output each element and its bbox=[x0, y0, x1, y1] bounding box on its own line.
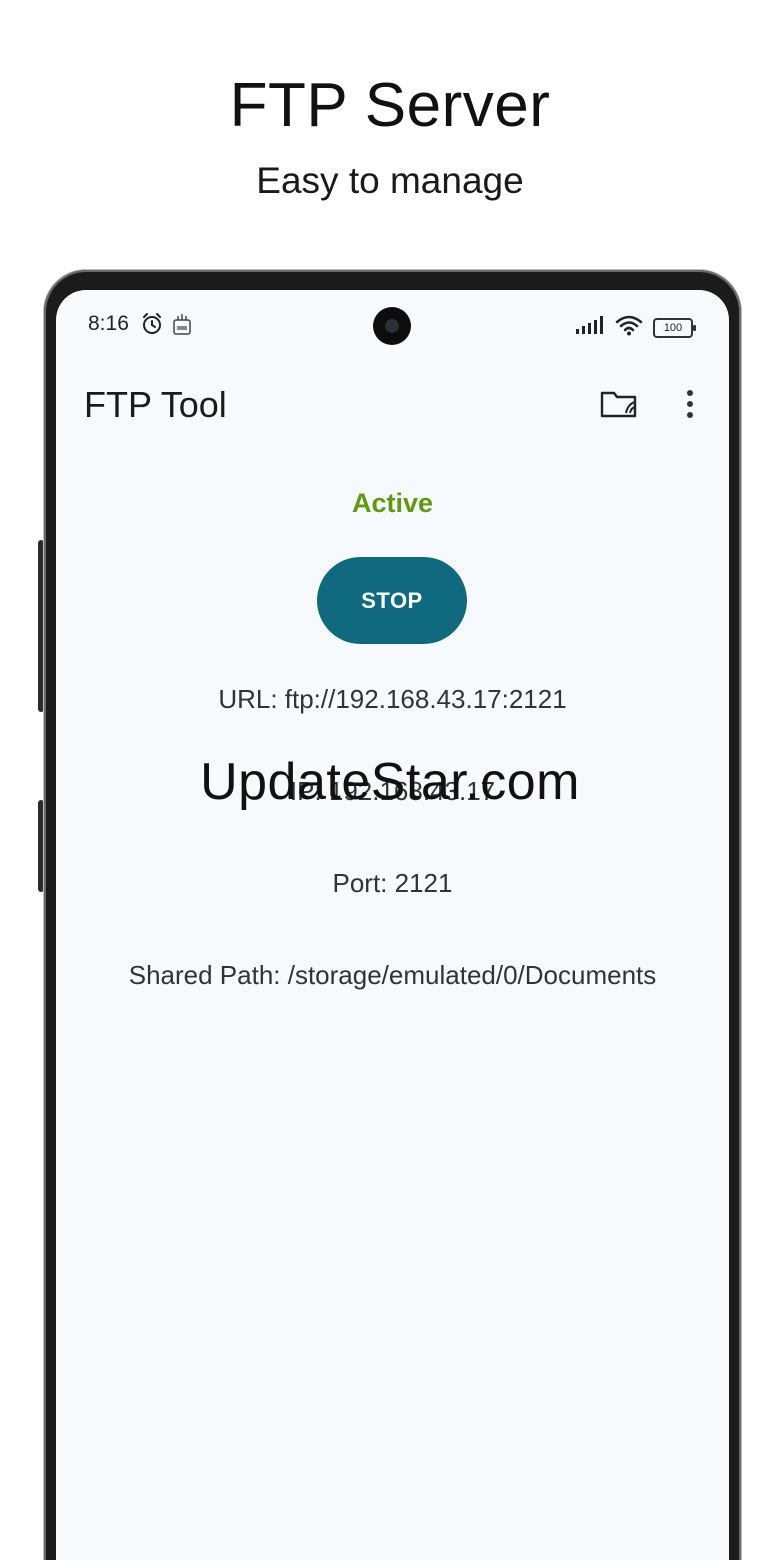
watermark: UpdateStar.com bbox=[200, 753, 580, 811]
battery-icon: 100 bbox=[653, 317, 696, 338]
status-right-icons: 100 bbox=[575, 314, 696, 341]
ftp-notification-icon bbox=[172, 312, 192, 341]
server-status: Active bbox=[351, 488, 434, 518]
signal-icon bbox=[575, 315, 605, 340]
more-vert-icon bbox=[685, 389, 695, 424]
wifi-icon bbox=[615, 314, 643, 341]
server-url: URL: ftp://192.168.43.17:2121 bbox=[218, 684, 567, 714]
app-title: FTP Tool bbox=[84, 384, 227, 425]
alarm-icon bbox=[140, 312, 164, 341]
front-camera bbox=[373, 307, 411, 345]
phone-screen: 8:16 100 FTP Tool Active STOP URL: ftp:/… bbox=[56, 290, 729, 1560]
shared-path: Shared Path: /storage/emulated/0/Documen… bbox=[128, 960, 657, 990]
page: FTP Server Easy to manage 8:16 100 FTP T… bbox=[0, 0, 780, 1560]
folder-icon bbox=[600, 389, 638, 424]
status-time: 8:16 bbox=[88, 312, 129, 335]
more-options-button[interactable] bbox=[672, 386, 708, 426]
status-left-icons bbox=[140, 312, 192, 341]
stop-button[interactable]: STOP bbox=[317, 557, 467, 644]
promo-title: FTP Server bbox=[229, 71, 551, 140]
promo-subtitle: Easy to manage bbox=[256, 160, 524, 201]
server-port: Port: 2121 bbox=[332, 868, 453, 898]
folder-button[interactable] bbox=[596, 386, 642, 426]
